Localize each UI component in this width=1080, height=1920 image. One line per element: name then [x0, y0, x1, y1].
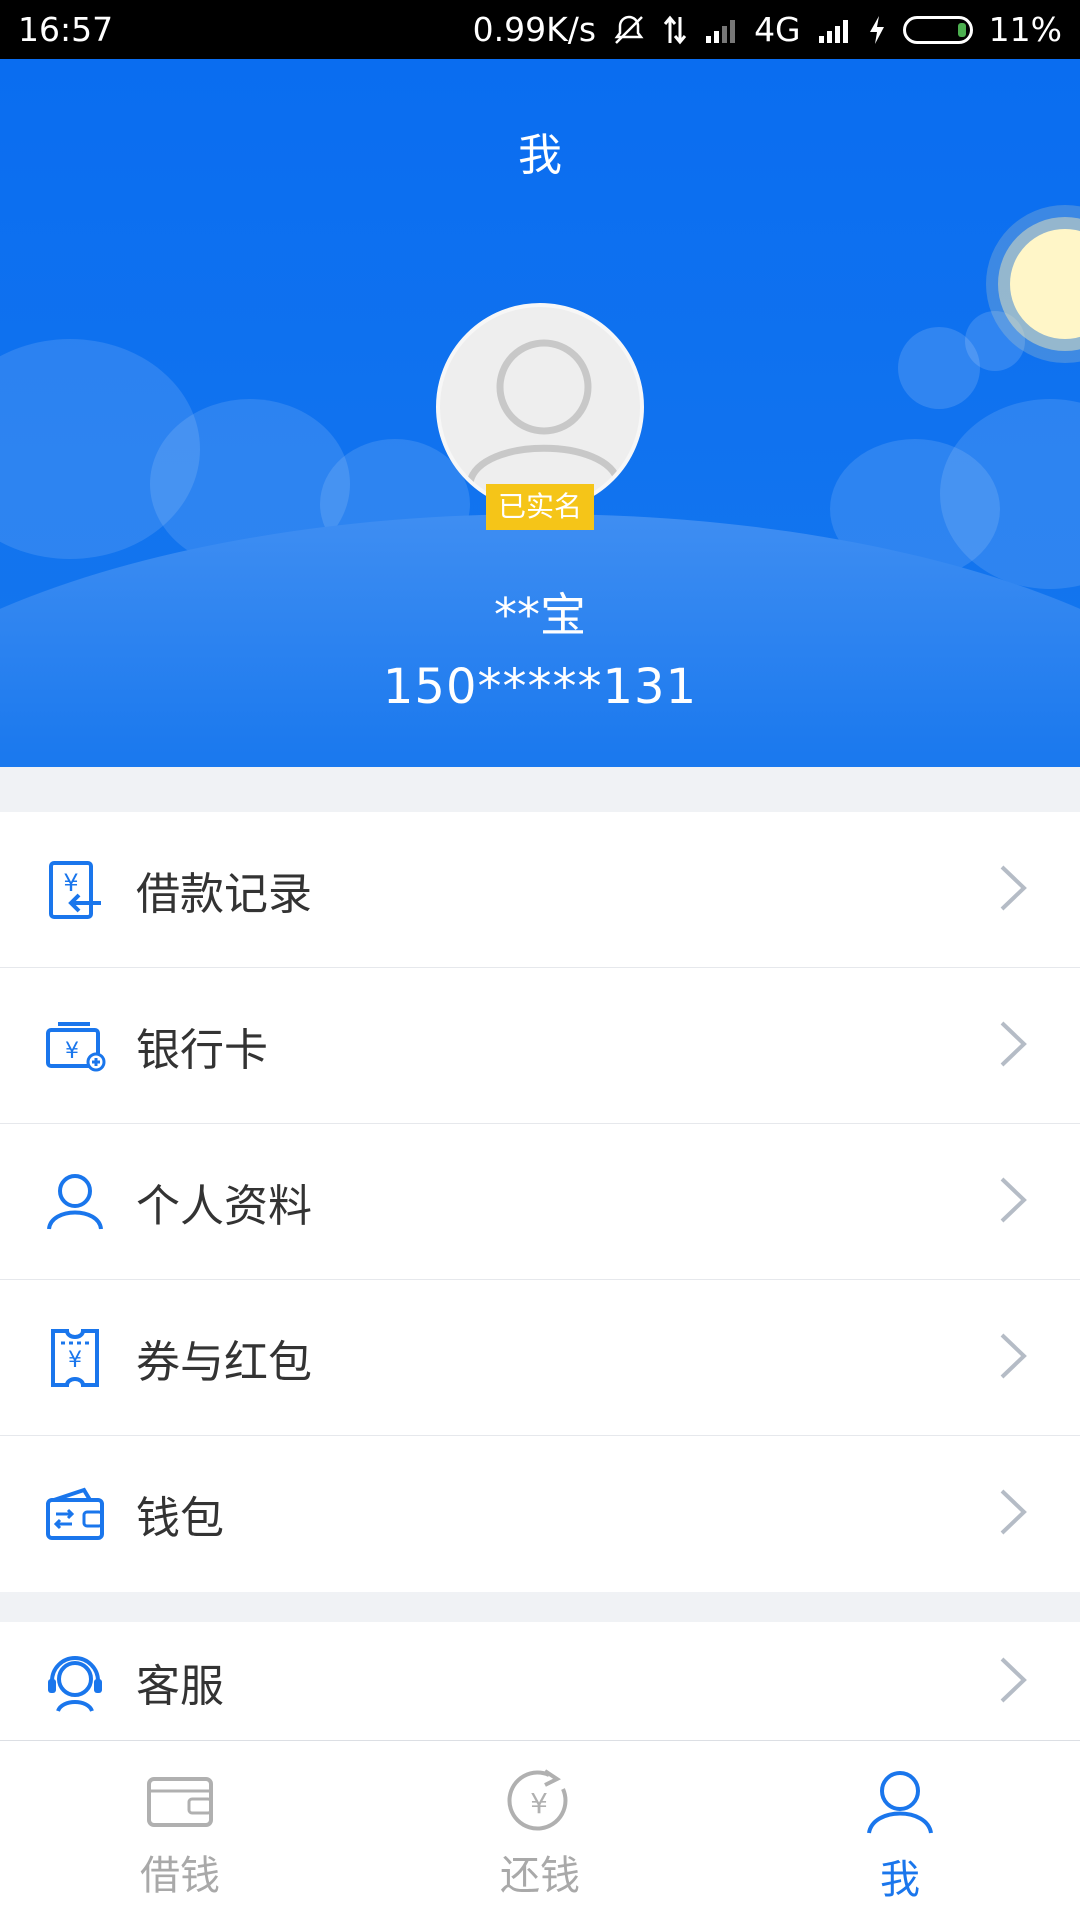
menu-label-loan-records: 借款记录 [136, 868, 312, 920]
loan-record-icon: ¥ [44, 859, 106, 921]
chevron-right-icon [998, 1655, 1028, 1709]
menu-label-wallet: 钱包 [136, 1493, 224, 1544]
menu-item-wallet[interactable]: 钱包 [0, 1436, 1080, 1592]
bank-card-icon: ¥ [44, 1015, 106, 1077]
wallet-icon [44, 1483, 106, 1545]
menu-item-bank-card[interactable]: ¥ 银行卡 [0, 968, 1080, 1124]
charging-icon [867, 14, 887, 46]
default-user-icon [466, 339, 622, 484]
chevron-right-icon [998, 1331, 1028, 1385]
avatar[interactable] [436, 303, 644, 511]
mute-icon [612, 13, 646, 47]
menu-label-coupons: 券与红包 [136, 1336, 312, 1388]
tab-borrow[interactable]: 借钱 [0, 1741, 360, 1920]
chevron-right-icon [998, 1175, 1028, 1229]
menu-item-coupons[interactable]: ¥ 券与红包 [0, 1280, 1080, 1436]
status-network: 4G [754, 10, 801, 49]
user-profile-icon [44, 1171, 106, 1233]
chevron-right-icon [998, 863, 1028, 917]
coupon-icon: ¥ [44, 1327, 106, 1389]
bubble-decoration [965, 311, 1025, 371]
wallet-tab-icon [147, 1777, 213, 1827]
menu-label-bank-card: 银行卡 [136, 1024, 268, 1076]
menu-group-service: 客服 [0, 1622, 1080, 1740]
battery-icon [902, 15, 973, 44]
menu-item-customer-service[interactable]: 客服 [0, 1622, 1080, 1740]
menu-label-profile: 个人资料 [136, 1180, 312, 1232]
user-tab-icon [867, 1771, 933, 1834]
svg-text:¥: ¥ [65, 1039, 79, 1064]
page-title: 我 [518, 130, 562, 181]
tab-label-repay: 还钱 [500, 1853, 580, 1899]
verified-badge: 已实名 [486, 484, 594, 530]
status-net-speed: 0.99K/s [472, 10, 597, 49]
menu-label-customer-service: 客服 [136, 1661, 224, 1712]
status-right: 0.99K/s 4G 11% [473, 10, 1062, 49]
svg-text:¥: ¥ [63, 869, 78, 897]
signal-weak-icon [704, 16, 738, 44]
tab-label-borrow: 借钱 [140, 1853, 220, 1899]
profile-header: 我 已实名 **宝 150*****131 [0, 59, 1080, 767]
bottom-tab-bar: 借钱 ¥ 还钱 我 [0, 1740, 1080, 1920]
data-transfer-icon [662, 13, 688, 47]
customer-service-icon [44, 1651, 106, 1713]
chevron-right-icon [998, 1019, 1028, 1073]
status-time: 16:57 [18, 10, 114, 49]
sun-decoration [1010, 229, 1080, 339]
repay-tab-icon: ¥ [507, 1769, 568, 1831]
status-bar: 16:57 0.99K/s 4G 11% [0, 0, 1080, 59]
menu-group-account: ¥ 借款记录 ¥ 银行卡 个人资料 ¥ 券与红包 钱包 [0, 812, 1080, 1592]
menu-item-loan-records[interactable]: ¥ 借款记录 [0, 812, 1080, 968]
svg-text:¥: ¥ [530, 1787, 548, 1820]
status-battery: 11% [988, 10, 1062, 49]
user-phone: 150*****131 [382, 659, 698, 715]
me-page: 16:57 0.99K/s 4G 11% 我 已实名 **宝 150*****1… [0, 0, 1080, 1920]
tab-repay[interactable]: ¥ 还钱 [360, 1741, 720, 1920]
user-name: **宝 [494, 588, 586, 642]
signal-icon [817, 16, 851, 44]
svg-text:¥: ¥ [68, 1348, 82, 1373]
tab-label-me: 我 [880, 1857, 920, 1903]
chevron-right-icon [998, 1487, 1028, 1541]
menu-item-profile[interactable]: 个人资料 [0, 1124, 1080, 1280]
tab-me[interactable]: 我 [720, 1741, 1080, 1920]
